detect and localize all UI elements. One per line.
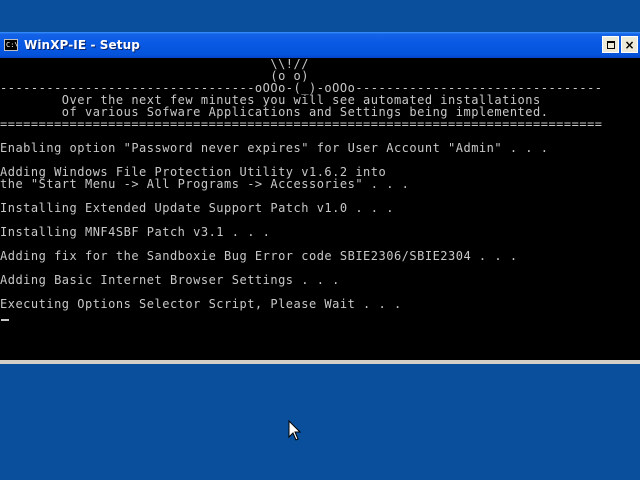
mouse-pointer-icon: [288, 420, 302, 441]
console-line: Installing Extended Update Support Patch…: [0, 201, 394, 215]
console-line: Adding fix for the Sandboxie Bug Error c…: [0, 249, 518, 263]
close-button[interactable]: ×: [621, 36, 638, 53]
window-bottom-border: [0, 360, 640, 364]
console-line: Enabling option "Password never expires"…: [0, 141, 549, 155]
window-title: WinXP-IE - Setup: [24, 38, 140, 52]
window-controls: ×: [602, 36, 638, 53]
console-line: the "Start Menu -> All Programs -> Acces…: [0, 177, 410, 191]
command-prompt-icon: C:\: [4, 39, 18, 51]
close-icon: ×: [624, 37, 635, 52]
console-line: Executing Options Selector Script, Pleas…: [0, 297, 402, 311]
console-line: Installing MNF4SBF Patch v3.1 . . .: [0, 225, 271, 239]
text-cursor: [1, 319, 9, 321]
maximize-icon: [606, 40, 615, 49]
maximize-button[interactable]: [602, 36, 619, 53]
console-line: Adding Basic Internet Browser Settings .…: [0, 273, 340, 287]
desktop: C:\ WinXP-IE - Setup × \\!// (o o)-----: [0, 0, 640, 480]
console-line: ========================================…: [0, 117, 603, 131]
window-titlebar[interactable]: C:\ WinXP-IE - Setup ×: [0, 32, 640, 58]
setup-console-window[interactable]: C:\ WinXP-IE - Setup × \\!// (o o)-----: [0, 32, 640, 364]
console-output[interactable]: \\!// (o o) -----------------------------…: [0, 58, 640, 360]
